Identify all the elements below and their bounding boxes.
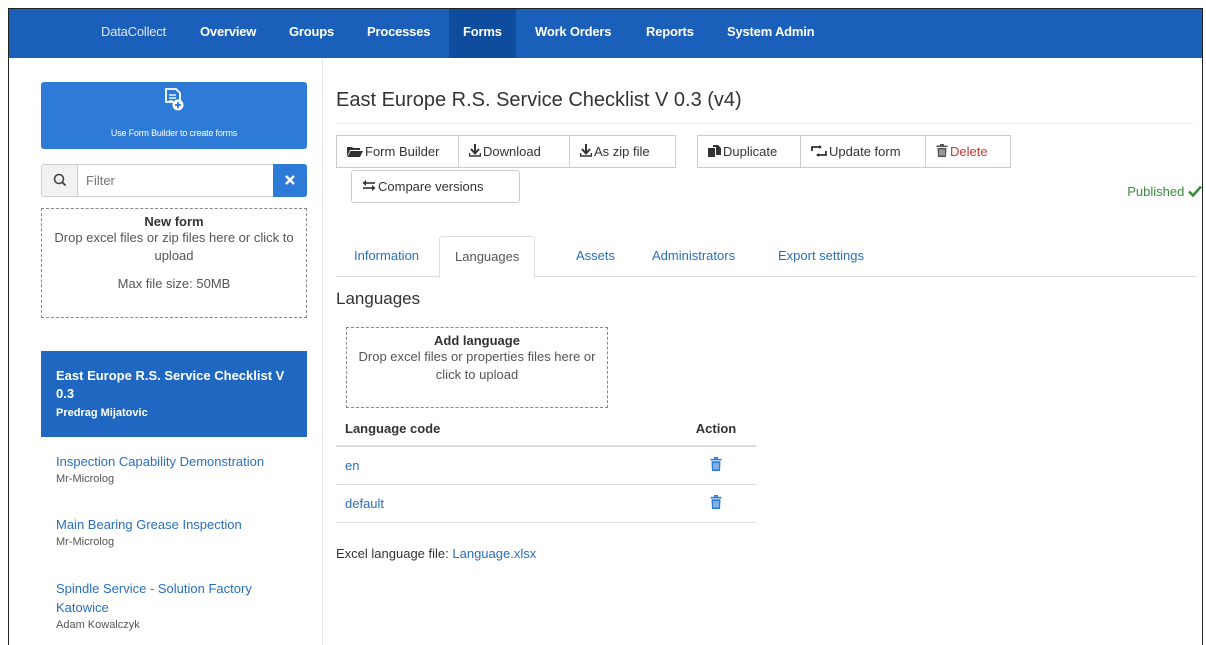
tab-information[interactable]: Information [354,236,419,277]
clear-filter-button[interactable] [273,164,307,197]
form-builder-btn[interactable]: Form Builder [336,135,459,168]
status-badge: Published [1127,184,1202,199]
trash-icon [710,456,722,471]
brand-link[interactable]: DataCollect [101,9,166,58]
filter-input[interactable] [86,170,256,191]
tab-languages[interactable]: Languages [439,236,536,278]
max-file-size: Max file size: 50MB [117,276,231,291]
nav-overview[interactable]: Overview [200,9,256,58]
search-icon [53,173,67,187]
form-builder-label: Use Form Builder to create forms [110,128,238,138]
new-form-text: Drop excel files or zip files here or cl… [54,230,294,263]
languages-table: Language code Action en default [336,412,756,523]
add-language-title: Add language [434,333,520,348]
compare-versions-button[interactable]: Compare versions [351,170,520,203]
title-divider [336,123,1194,124]
add-language-text: Drop excel files or properties files her… [358,349,596,382]
exchange-icon [362,180,376,191]
form-list-item-active[interactable]: East Europe R.S. Service Checklist V 0.3… [41,351,307,437]
form-author: Mr-Microlog [56,473,115,485]
duplicate-button[interactable]: Duplicate [697,135,801,168]
form-title: East Europe R.S. Service Checklist V 0.3 [56,368,285,401]
download-label: Download [483,144,541,159]
column-action: Action [676,412,756,447]
tab-assets[interactable]: Assets [576,236,615,277]
update-form-label: Update form [829,144,901,159]
transfer-icon [811,145,827,157]
new-form-dropzone[interactable]: New form Drop excel files or zip files h… [41,208,307,318]
new-form-title: New form [144,214,204,229]
search-addon [42,165,78,196]
add-language-dropzone[interactable]: Add language Drop excel files or propert… [346,327,608,408]
table-row: en [336,446,756,485]
tab-administrators[interactable]: Administrators [652,236,735,277]
compare-versions-label: Compare versions [378,179,484,194]
nav-system-admin[interactable]: System Admin [727,9,815,58]
table-header-row: Language code Action [336,412,756,447]
form-title: Spindle Service - Solution Factory Katow… [56,581,252,615]
excel-language-file: Excel language file: Language.xlsx [336,546,536,561]
zip-download-button[interactable]: As zip file [569,135,676,168]
language-code-link[interactable]: en [336,446,676,485]
zip-label: As zip file [594,144,650,159]
form-list-item[interactable]: Main Bearing Grease Inspection Mr-Microl… [56,515,301,548]
tab-export-settings[interactable]: Export settings [778,236,864,277]
nav-forms[interactable]: Forms [449,9,516,58]
form-title: Inspection Capability Demonstration [56,454,265,469]
form-builder-btn-label: Form Builder [365,144,440,159]
nav-groups[interactable]: Groups [289,9,334,58]
app-window: DataCollect Overview Groups Processes Fo… [8,8,1203,645]
duplicate-icon [708,145,721,157]
duplicate-label: Duplicate [723,144,778,159]
new-form-icon [165,88,184,111]
delete-label: Delete [950,144,988,159]
status-label: Published [1127,184,1185,199]
language-code-link[interactable]: default [336,484,676,523]
excel-label: Excel language file: [336,546,449,561]
folder-open-icon [347,147,363,157]
form-title: Main Bearing Grease Inspection [56,517,242,532]
trash-icon [936,144,948,157]
page-title: East Europe R.S. Service Checklist V 0.3… [336,89,742,111]
delete-form-button[interactable]: Delete [925,135,1011,168]
delete-language-button[interactable] [676,446,756,485]
nav-reports[interactable]: Reports [646,9,694,58]
trash-icon [710,494,722,509]
close-icon [285,175,295,185]
table-row: default [336,484,756,523]
sidebar: Use Form Builder to create forms New for… [9,58,323,645]
column-language-code: Language code [336,412,676,447]
filter-group [41,164,307,197]
top-navbar: DataCollect Overview Groups Processes Fo… [9,9,1202,58]
form-author: Predrag Mijatovic [56,407,148,419]
nav-processes[interactable]: Processes [367,9,430,58]
form-builder-button[interactable]: Use Form Builder to create forms [41,82,307,149]
nav-work-orders[interactable]: Work Orders [535,9,612,58]
form-author: Mr-Microlog [56,536,115,548]
form-list-item[interactable]: Spindle Service - Solution Factory Katow… [56,579,301,631]
main-content: East Europe R.S. Service Checklist V 0.3… [336,58,1202,645]
tab-bar: Information Languages Assets Administrat… [336,236,1196,278]
section-title: Languages [336,289,421,308]
download-icon [469,144,481,157]
update-form-button[interactable]: Update form [800,135,926,168]
download-button[interactable]: Download [458,135,570,168]
delete-language-button[interactable] [676,484,756,523]
check-icon [1188,185,1202,198]
form-list-item[interactable]: Inspection Capability Demonstration Mr-M… [56,452,301,485]
excel-file-link[interactable]: Language.xlsx [452,546,536,561]
download-icon [580,144,592,157]
form-author: Adam Kowalczyk [56,619,140,631]
